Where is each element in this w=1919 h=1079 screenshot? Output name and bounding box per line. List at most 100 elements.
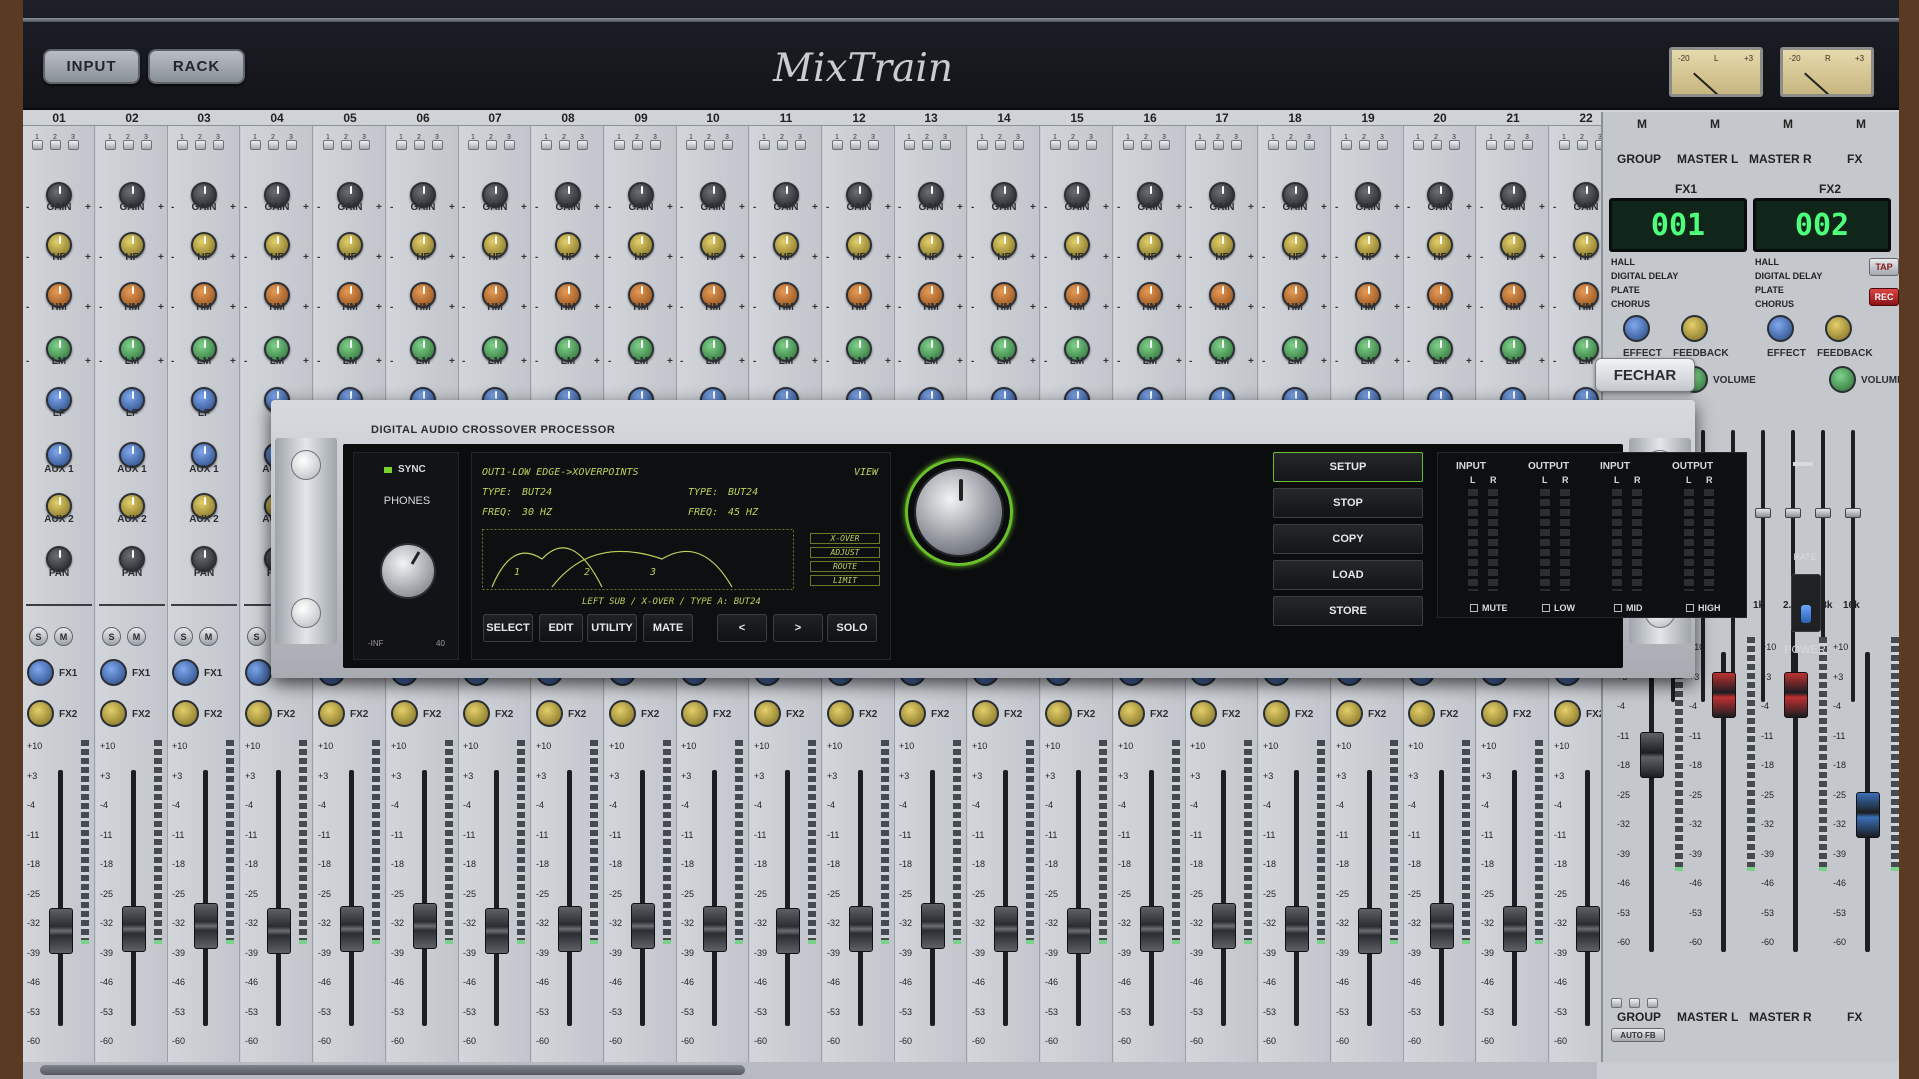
group-selector[interactable] <box>177 140 188 150</box>
menu-limit[interactable]: LIMIT <box>810 575 880 586</box>
group-selector[interactable] <box>341 140 352 150</box>
side-button-copy[interactable]: COPY <box>1273 524 1423 554</box>
group-selector[interactable] <box>1522 140 1533 150</box>
channel-fader[interactable] <box>122 906 146 952</box>
group-selector[interactable] <box>1377 140 1388 150</box>
fx2-send-knob[interactable] <box>1045 700 1072 727</box>
channel-fader[interactable] <box>1358 908 1382 954</box>
group-selector[interactable] <box>50 140 61 150</box>
group-selector[interactable] <box>1486 140 1497 150</box>
group-selector[interactable] <box>922 140 933 150</box>
group-selector[interactable] <box>1449 140 1460 150</box>
master-fader[interactable] <box>1640 732 1664 778</box>
rack-button-6[interactable]: SOLO <box>827 614 877 642</box>
rack-button-3[interactable]: MATE <box>643 614 693 642</box>
fx2-send-knob[interactable] <box>100 700 127 727</box>
group-selector[interactable] <box>1086 140 1097 150</box>
group-selector[interactable] <box>268 140 279 150</box>
group-selector[interactable] <box>686 140 697 150</box>
channel-fader[interactable] <box>413 903 437 949</box>
master-mute-label[interactable]: M <box>1856 117 1866 131</box>
fx2-send-knob[interactable] <box>463 700 490 727</box>
group-selector[interactable] <box>904 140 915 150</box>
group-selector[interactable] <box>995 140 1006 150</box>
mute-button[interactable]: M <box>54 627 73 646</box>
fx2-send-knob[interactable] <box>1336 700 1363 727</box>
fx2-send-knob[interactable] <box>172 700 199 727</box>
group-selector[interactable] <box>777 140 788 150</box>
group-selector[interactable] <box>432 140 443 150</box>
preset-item[interactable]: CHORUS <box>1611 297 1678 311</box>
group-selector[interactable] <box>286 140 297 150</box>
group-selector[interactable] <box>250 140 261 150</box>
group-selector[interactable] <box>195 140 206 150</box>
fx1-send-knob[interactable] <box>100 659 127 686</box>
menu-route[interactable]: ROUTE <box>810 561 880 572</box>
fx2-send-knob[interactable] <box>1554 700 1581 727</box>
master-fader[interactable] <box>1784 672 1808 718</box>
fx2-send-knob[interactable] <box>681 700 708 727</box>
group-selector[interactable] <box>414 140 425 150</box>
group-selector[interactable] <box>141 140 152 150</box>
rec-button[interactable]: REC <box>1869 288 1899 306</box>
fx1-send-knob[interactable] <box>245 659 272 686</box>
solo-button[interactable]: S <box>247 627 266 646</box>
group-selector[interactable] <box>123 140 134 150</box>
side-button-load[interactable]: LOAD <box>1273 560 1423 590</box>
group-selector[interactable] <box>704 140 715 150</box>
group-selector[interactable] <box>795 140 806 150</box>
mute-button[interactable]: M <box>199 627 218 646</box>
fx2-send-knob[interactable] <box>1263 700 1290 727</box>
preset-item[interactable]: DIGITAL DELAY <box>1611 269 1678 283</box>
group-selector[interactable] <box>504 140 515 150</box>
solo-button[interactable]: S <box>29 627 48 646</box>
group-selector[interactable] <box>614 140 625 150</box>
group-selector[interactable] <box>359 140 370 150</box>
group-selector[interactable] <box>1068 140 1079 150</box>
mute-checkbox[interactable]: MUTE <box>1470 603 1508 613</box>
group-selector[interactable] <box>632 140 643 150</box>
power-switch[interactable] <box>1791 574 1821 632</box>
group-selector[interactable] <box>832 140 843 150</box>
rack-button-5[interactable]: > <box>773 614 823 642</box>
fx2-send-knob[interactable] <box>1118 700 1145 727</box>
group-selector[interactable] <box>105 140 116 150</box>
channel-fader[interactable] <box>1140 906 1164 952</box>
group-selector[interactable] <box>577 140 588 150</box>
channel-fader[interactable] <box>921 903 945 949</box>
menu-xover[interactable]: X-OVER <box>810 533 880 544</box>
channel-fader[interactable] <box>1503 906 1527 952</box>
jog-wheel[interactable] <box>914 467 1004 557</box>
group-selector[interactable] <box>541 140 552 150</box>
fx2-send-knob[interactable] <box>827 700 854 727</box>
group-selector[interactable] <box>1413 140 1424 150</box>
fx2-send-knob[interactable] <box>1481 700 1508 727</box>
fx2-send-knob[interactable] <box>245 700 272 727</box>
fx2-volume-knob[interactable] <box>1829 366 1856 393</box>
solo-button[interactable]: S <box>102 627 121 646</box>
group-selector[interactable] <box>68 140 79 150</box>
channel-fader[interactable] <box>49 908 73 954</box>
channel-fader[interactable] <box>485 908 509 954</box>
group-selector[interactable] <box>1611 998 1622 1008</box>
group-selector[interactable] <box>1213 140 1224 150</box>
side-button-setup[interactable]: SETUP <box>1273 452 1423 482</box>
fx2-send-knob[interactable] <box>391 700 418 727</box>
group-selector[interactable] <box>1341 140 1352 150</box>
channel-fader[interactable] <box>849 906 873 952</box>
group-selector[interactable] <box>722 140 733 150</box>
fx2-send-knob[interactable] <box>536 700 563 727</box>
channel-fader[interactable] <box>631 903 655 949</box>
channel-fader[interactable] <box>1430 903 1454 949</box>
group-selector[interactable] <box>1123 140 1134 150</box>
group-selector[interactable] <box>32 140 43 150</box>
group-selector[interactable] <box>1577 140 1588 150</box>
rack-button-0[interactable]: SELECT <box>483 614 533 642</box>
channel-fader[interactable] <box>703 906 727 952</box>
pan-slider[interactable] <box>26 604 92 606</box>
fx2-send-knob[interactable] <box>972 700 999 727</box>
fx2-effect-knob[interactable] <box>1767 315 1794 342</box>
master-fader[interactable] <box>1712 672 1736 718</box>
auto-fb-button[interactable]: AUTO FB <box>1611 1028 1665 1042</box>
channel-fader[interactable] <box>1285 906 1309 952</box>
